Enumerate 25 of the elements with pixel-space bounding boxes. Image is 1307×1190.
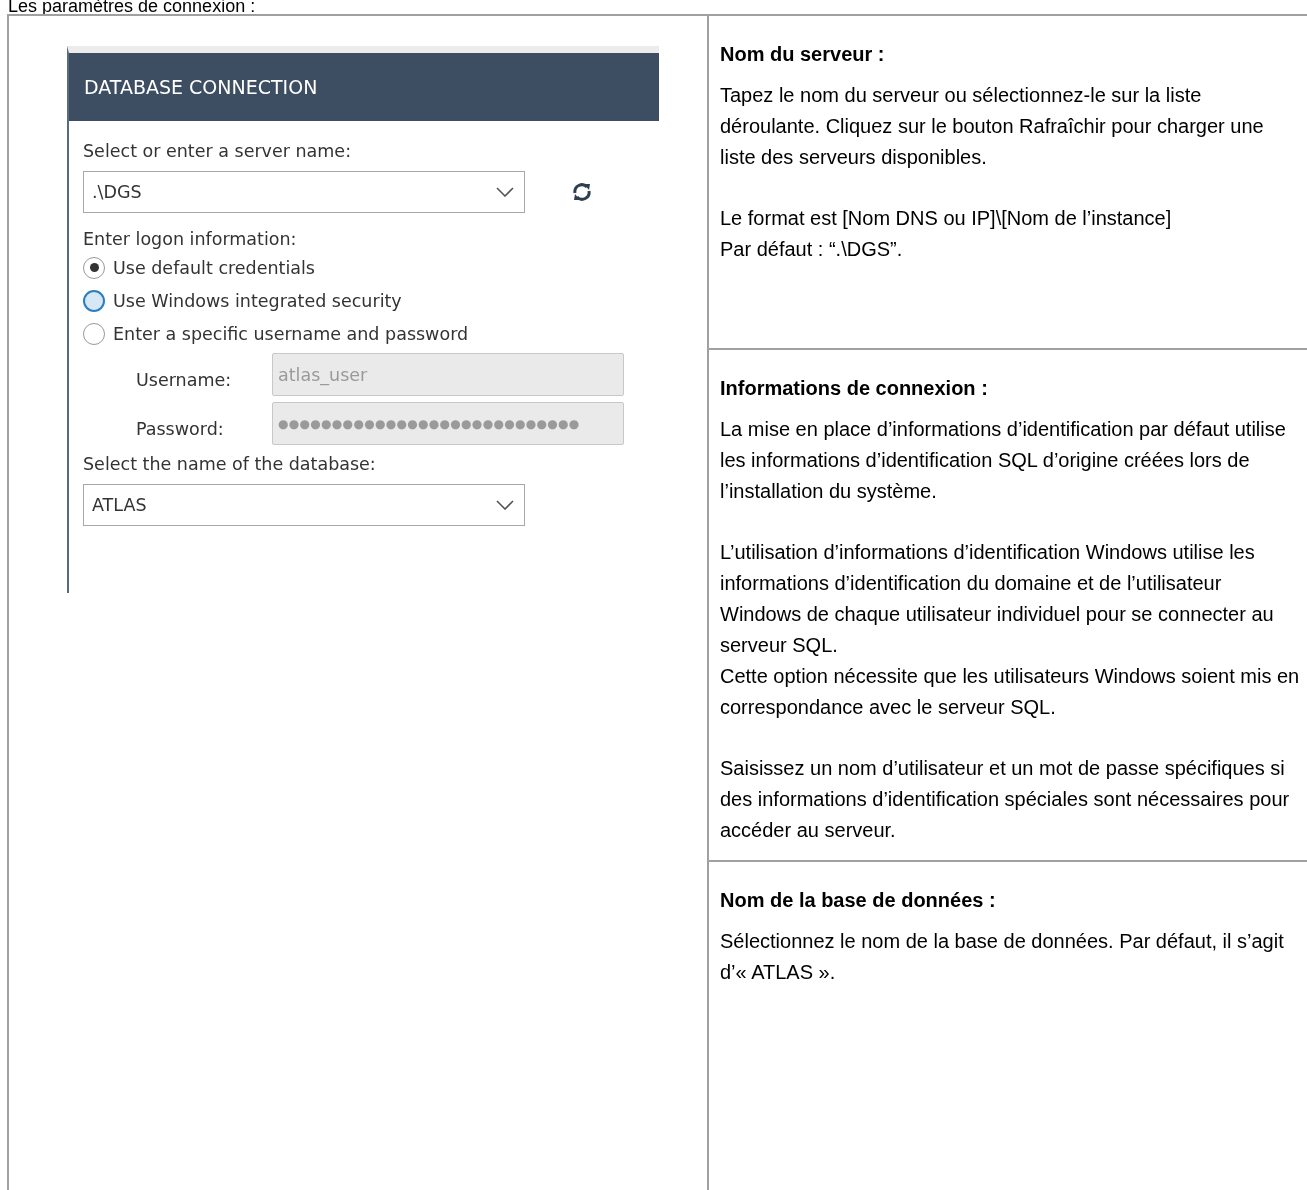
field-label: Password: — [136, 417, 225, 439]
section-heading: Nom de la base de données : — [720, 888, 997, 913]
paragraph: La mise en place d’informations d’identification par défaut utilise les informations d’identification SQL d’origine créées lors de l’installation du système. — [720, 417, 1287, 504]
section-heading: Informations de connexion : — [720, 376, 989, 401]
refresh-icon[interactable] — [571, 182, 593, 202]
server-dropdown[interactable]: .\DGS — [83, 171, 525, 213]
field-label: Select the name of the database: — [83, 453, 377, 476]
field-label: Enter logon information: — [83, 228, 298, 251]
radio-option[interactable]: Use default credentials — [83, 251, 659, 284]
radio-option[interactable]: Enter a specific username and password — [83, 317, 659, 350]
paragraph: L’utilisation d’informations d’identification Windows utilise les informations d’identification du domaine et de l’utilisateur Windows de chaque utilisateur individuel pour se connecter au serveur SQL. — [720, 540, 1275, 658]
radio-option[interactable]: Use Windows integrated security — [83, 284, 659, 317]
paragraph: Saisissez un nom d’utilisateur et un mot de passe spécifiques si des informations d’identification spéciales sont nécessaires pour accéder au serveur. — [720, 756, 1291, 843]
section-heading: Nom du serveur : — [720, 42, 886, 67]
dialog-title: DATABASE CONNECTION — [69, 53, 659, 121]
chevron-icon — [496, 500, 514, 510]
database-dropdown[interactable]: ATLAS — [83, 484, 525, 526]
field-label: Username: — [136, 368, 233, 390]
paragraph: Sélectionnez le nom de la base de données. Par défaut, il s’agit d’« ATLAS ». — [720, 929, 1285, 985]
field-label: Select or enter a server name: — [83, 140, 353, 163]
paragraph: Cette option nécessite que les utilisateurs Windows soient mis en correspondance avec le serveur SQL. — [720, 664, 1301, 720]
paragraph: Par défaut : “.\DGS”. — [720, 237, 904, 262]
chevron-icon — [496, 187, 514, 197]
paragraph: Tapez le nom du serveur ou sélectionnez-le sur la liste déroulante. Cliquez sur le bouton Rafraîchir pour charger une liste des serveurs disponibles. — [720, 83, 1265, 170]
paragraph: Le format est [Nom DNS ou IP]\[Nom de l’instance] — [720, 206, 1173, 231]
